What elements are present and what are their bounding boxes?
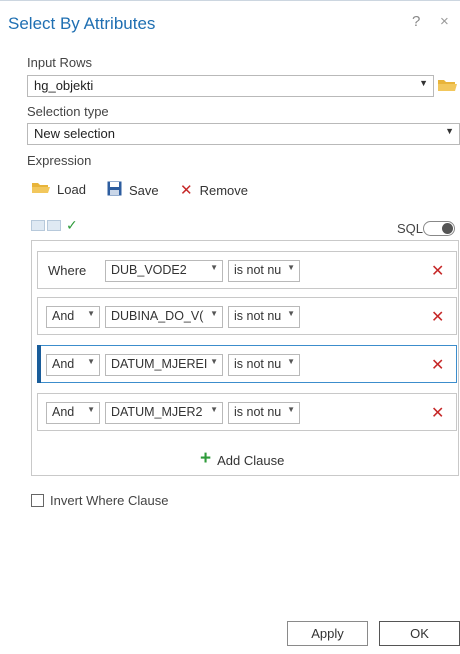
remove-clause-icon[interactable]: ✕: [431, 403, 444, 423]
field-value: DATUM_MJEREI: [111, 357, 208, 371]
remove-button[interactable]: ✕ Remove: [180, 181, 248, 199]
chevron-down-icon: ▼: [287, 263, 295, 272]
input-rows-select[interactable]: hg_objekti ▼: [27, 75, 434, 97]
chevron-down-icon: ▼: [87, 309, 95, 318]
conjunction-value: And: [52, 309, 75, 323]
field-value: DUB_VODE2: [111, 263, 187, 277]
dialog-title: Select By Attributes: [8, 14, 156, 33]
field-value: DUBINA_DO_V(: [111, 309, 204, 323]
conjunction-select[interactable]: And ▼: [46, 306, 100, 328]
chevron-down-icon: ▼: [210, 263, 218, 272]
invert-label: Invert Where Clause: [50, 493, 169, 508]
remove-label: Remove: [199, 182, 248, 198]
chevron-down-icon: ▼: [87, 357, 95, 366]
folder-open-icon[interactable]: [437, 77, 457, 93]
field-value: DATUM_MJER2: [111, 405, 203, 419]
operator-select[interactable]: is not nu ▼: [228, 402, 300, 424]
top-border: [0, 0, 460, 6]
clause-row[interactable]: And ▼ DATUM_MJER2 ▼ is not nu ▼ ✕: [37, 393, 457, 431]
sql-toggle[interactable]: [423, 221, 455, 236]
operator-select[interactable]: is not nu ▼: [228, 306, 300, 328]
remove-clause-icon[interactable]: ✕: [431, 307, 444, 327]
conjunction-select[interactable]: And ▼: [46, 354, 100, 376]
field-select[interactable]: DATUM_MJEREI ▼: [105, 354, 223, 376]
close-icon: ✕: [180, 182, 193, 199]
save-button[interactable]: Save: [107, 181, 159, 199]
operator-select[interactable]: is not nu ▼: [228, 260, 300, 282]
clause-mode-left-icon[interactable]: [31, 220, 45, 231]
conjunction-value: And: [52, 405, 75, 419]
selection-type-value: New selection: [34, 126, 115, 141]
chevron-down-icon: ▼: [287, 357, 295, 366]
selection-type-label: Selection type: [27, 104, 109, 119]
operator-value: is not nu: [234, 405, 282, 419]
conjunction-select[interactable]: And ▼: [46, 402, 100, 424]
input-rows-label: Input Rows: [27, 55, 93, 70]
chevron-down-icon: ▼: [210, 405, 218, 414]
add-clause-label: Add Clause: [217, 452, 285, 468]
load-label: Load: [57, 182, 86, 197]
save-disk-icon: [107, 181, 122, 199]
validate-check-icon[interactable]: ✓: [66, 217, 78, 234]
help-button[interactable]: ?: [412, 13, 420, 30]
field-select[interactable]: DUBINA_DO_V( ▼: [105, 306, 223, 328]
clause-row[interactable]: And ▼ DUBINA_DO_V( ▼ is not nu ▼ ✕: [37, 297, 457, 335]
folder-open-icon: [31, 181, 50, 198]
clause-mode-right-icon[interactable]: [47, 220, 61, 231]
close-button[interactable]: ×: [440, 13, 449, 30]
remove-clause-icon[interactable]: ✕: [431, 261, 444, 281]
field-select[interactable]: DUB_VODE2 ▼: [105, 260, 223, 282]
clause-view-toggle[interactable]: [31, 220, 61, 231]
chevron-down-icon: ▼: [87, 405, 95, 414]
selection-type-select[interactable]: New selection ▼: [27, 123, 460, 145]
chevron-down-icon: ▼: [287, 405, 295, 414]
chevron-down-icon: ▼: [210, 309, 218, 318]
operator-select[interactable]: is not nu ▼: [228, 354, 300, 376]
conjunction-value: And: [52, 357, 75, 371]
clause-row[interactable]: Where DUB_VODE2 ▼ is not nu ▼ ✕: [37, 251, 457, 289]
chevron-down-icon: ▼: [210, 357, 218, 366]
invert-where-clause[interactable]: Invert Where Clause: [31, 493, 169, 508]
chevron-down-icon: ▼: [445, 126, 454, 136]
expression-label: Expression: [27, 153, 92, 168]
clause-conjunction: Where: [48, 263, 87, 278]
save-label: Save: [129, 182, 159, 198]
load-button[interactable]: Load: [31, 181, 86, 198]
add-clause-button[interactable]: + Add Clause: [200, 448, 285, 470]
operator-value: is not nu: [234, 309, 282, 323]
input-rows-value: hg_objekti: [34, 78, 94, 93]
operator-value: is not nu: [234, 263, 282, 277]
remove-clause-icon[interactable]: ✕: [431, 355, 444, 375]
chevron-down-icon: ▼: [419, 78, 428, 88]
operator-value: is not nu: [234, 357, 282, 371]
ok-button[interactable]: OK: [379, 621, 460, 646]
apply-button[interactable]: Apply: [287, 621, 368, 646]
plus-icon: +: [200, 448, 212, 469]
chevron-down-icon: ▼: [287, 309, 295, 318]
invert-checkbox[interactable]: [31, 494, 44, 507]
field-select[interactable]: DATUM_MJER2 ▼: [105, 402, 223, 424]
sql-label: SQL: [397, 221, 424, 236]
clause-row-active[interactable]: And ▼ DATUM_MJEREI ▼ is not nu ▼ ✕: [37, 345, 457, 383]
